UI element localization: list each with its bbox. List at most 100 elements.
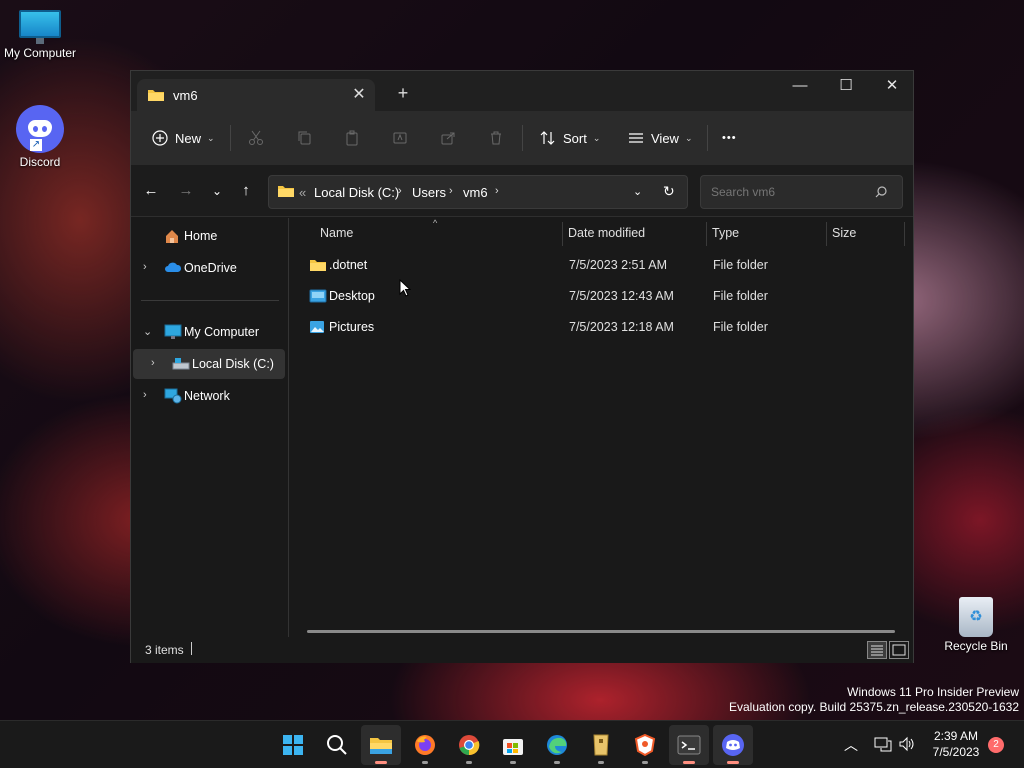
chrome-icon — [459, 735, 480, 756]
file-explorer-window: vm6 ✕ + — ☐ ✕ New ⌄ Sort ⌄ View ⌄ ••• ← … — [130, 70, 914, 663]
system-clock[interactable]: 2:39 AM 7/5/2023 — [926, 728, 986, 760]
breadcrumb-vm6[interactable]: vm6 — [463, 185, 488, 200]
address-dropdown-icon[interactable]: ⌄ — [633, 185, 642, 198]
up-button[interactable]: ↑ — [234, 179, 258, 203]
volume-icon[interactable] — [898, 736, 916, 768]
refresh-icon[interactable]: ↻ — [663, 183, 675, 200]
notification-badge[interactable]: 2 — [988, 737, 1004, 753]
column-header-date[interactable]: Date modified — [568, 226, 645, 240]
file-row[interactable]: .dotnet 7/5/2023 2:51 AM File folder — [301, 250, 901, 280]
sort-icon — [539, 129, 557, 147]
nav-item-onedrive[interactable]: › OneDrive — [133, 253, 285, 283]
discord-icon — [722, 734, 744, 756]
nav-label: Network — [184, 389, 230, 403]
column-separator[interactable] — [562, 222, 563, 246]
edge-icon — [547, 735, 567, 755]
taskbar-winrar[interactable] — [581, 725, 621, 765]
taskbar-edge[interactable] — [537, 725, 577, 765]
chevron-right-icon[interactable]: › — [143, 389, 147, 401]
nav-label: Home — [184, 229, 218, 243]
chevron-right-icon[interactable]: › — [143, 261, 147, 273]
horizontal-scrollbar[interactable] — [307, 630, 895, 633]
details-view-button[interactable] — [867, 641, 887, 659]
taskbar-chrome[interactable] — [449, 725, 489, 765]
close-window-button[interactable]: ✕ — [869, 71, 915, 101]
more-options-button[interactable]: ••• — [722, 125, 737, 151]
address-bar[interactable]: « Local Disk (C:) › Users › vm6 › ⌄ ↻ — [268, 175, 688, 209]
minimize-button[interactable]: — — [777, 71, 823, 101]
taskbar-brave[interactable] — [625, 725, 665, 765]
desktop-icon-discord[interactable]: ↗ Discord — [0, 105, 80, 169]
clipboard-icon — [343, 129, 361, 147]
rename-button[interactable] — [391, 125, 415, 151]
toolbar-divider — [707, 125, 708, 151]
cut-button[interactable] — [247, 125, 271, 151]
file-name: .dotnet — [329, 258, 368, 272]
column-separator[interactable] — [706, 222, 707, 246]
breadcrumb-chevron-icon[interactable]: › — [398, 185, 402, 197]
sort-button[interactable]: Sort ⌄ — [539, 125, 600, 151]
chevron-down-icon[interactable]: ⌄ — [143, 325, 152, 338]
desktop-icon-label: Discord — [19, 155, 61, 169]
chevron-down-icon: ⌄ — [592, 132, 601, 143]
delete-button[interactable] — [487, 125, 511, 151]
nav-item-home[interactable]: Home — [133, 221, 285, 251]
folder-icon — [277, 184, 295, 201]
back-button[interactable]: ← — [139, 179, 163, 203]
taskbar-store[interactable] — [493, 725, 533, 765]
breadcrumb-chevron-icon[interactable]: › — [449, 185, 453, 197]
chevron-right-icon[interactable]: › — [151, 357, 155, 369]
new-tab-button[interactable]: + — [393, 83, 413, 103]
forward-button[interactable]: → — [174, 179, 198, 203]
taskbar-firefox[interactable] — [405, 725, 445, 765]
breadcrumb-overflow[interactable]: « — [299, 185, 306, 200]
new-button[interactable]: New ⌄ — [151, 125, 215, 151]
desktop-icon-my-computer[interactable]: My Computer — [0, 10, 80, 60]
start-icon — [283, 735, 303, 755]
copy-button[interactable] — [295, 125, 319, 151]
close-tab-button[interactable]: ✕ — [349, 85, 369, 105]
breadcrumb-chevron-icon[interactable]: › — [495, 185, 499, 197]
column-header-name[interactable]: Name — [320, 226, 353, 240]
paste-button[interactable] — [343, 125, 367, 151]
nav-item-local-disk[interactable]: › Local Disk (C:) — [133, 349, 285, 379]
computer-icon — [164, 324, 182, 340]
scissors-icon — [247, 129, 265, 147]
breadcrumb-users[interactable]: Users — [412, 185, 446, 200]
taskbar-discord[interactable] — [713, 725, 753, 765]
drive-icon — [172, 357, 190, 373]
taskbar-terminal[interactable] — [669, 725, 709, 765]
search-input[interactable] — [700, 175, 903, 209]
tab-vm6[interactable]: vm6 ✕ — [137, 79, 375, 111]
search-icon[interactable] — [875, 186, 887, 201]
taskbar: ︿ 2:39 AM 7/5/2023 2 — [0, 720, 1024, 768]
maximize-button[interactable]: ☐ — [823, 71, 869, 101]
toolbar-divider — [230, 125, 231, 151]
file-type: File folder — [713, 320, 768, 334]
large-icons-view-button[interactable] — [889, 641, 909, 659]
file-row[interactable]: Pictures 7/5/2023 12:18 AM File folder — [301, 312, 901, 342]
file-date: 7/5/2023 2:51 AM — [569, 258, 667, 272]
recent-locations-button[interactable]: ⌄ — [205, 179, 229, 203]
start-button[interactable] — [273, 725, 313, 765]
discord-icon: ↗ — [16, 105, 64, 153]
column-separator[interactable] — [904, 222, 905, 246]
file-explorer-icon — [370, 738, 392, 754]
file-name: Pictures — [329, 320, 375, 334]
network-status-icon[interactable] — [874, 736, 892, 768]
nav-item-network[interactable]: › Network — [133, 381, 285, 411]
file-row[interactable]: Desktop 7/5/2023 12:43 AM File folder — [301, 281, 901, 311]
nav-item-my-computer[interactable]: ⌄ My Computer — [133, 317, 285, 347]
breadcrumb-local-disk[interactable]: Local Disk (C:) — [314, 185, 399, 200]
mouse-cursor-icon — [399, 279, 411, 297]
search-button[interactable] — [317, 725, 357, 765]
view-button[interactable]: View ⌄ — [627, 125, 693, 151]
desktop-icon-recycle-bin[interactable]: ♻ Recycle Bin — [936, 597, 1016, 653]
column-separator[interactable] — [826, 222, 827, 246]
show-hidden-icons-chevron-icon[interactable]: ︿ — [844, 735, 858, 768]
share-button[interactable] — [439, 125, 463, 151]
column-header-size[interactable]: Size — [832, 226, 856, 240]
column-header-type[interactable]: Type — [712, 226, 739, 240]
navigation-pane: Home › OneDrive ⌄ My Computer › Local Di… — [131, 218, 289, 637]
taskbar-file-explorer[interactable] — [361, 725, 401, 765]
